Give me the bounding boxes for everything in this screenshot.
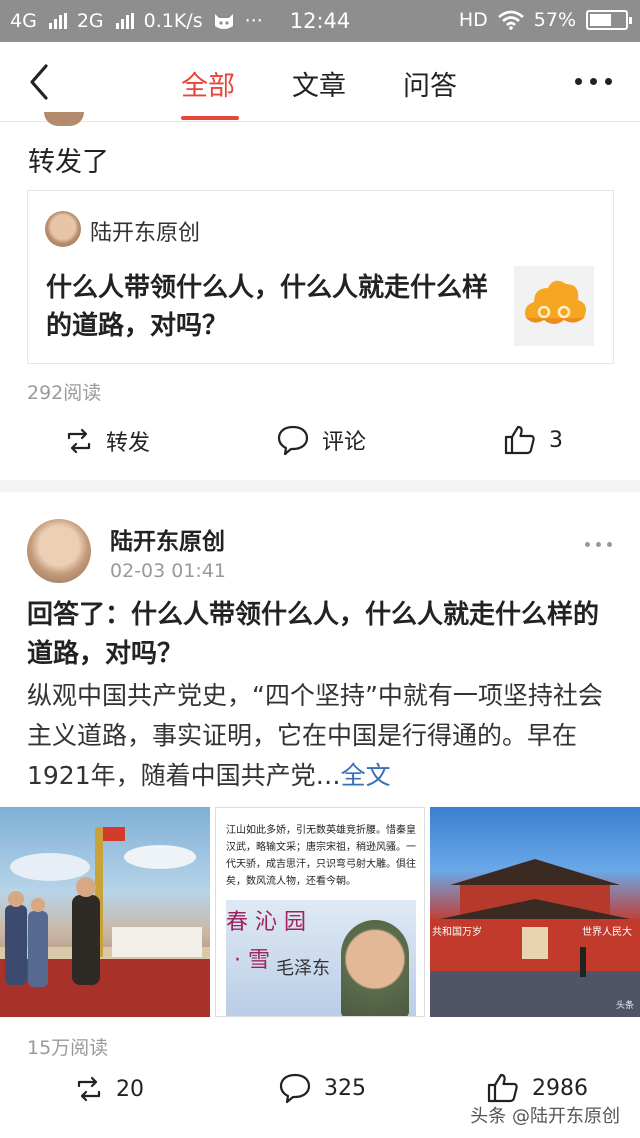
calligraphy-title: 春 沁 园 bbox=[226, 910, 306, 935]
forward-button[interactable]: 转发 bbox=[64, 425, 150, 457]
like-count: 2986 bbox=[532, 1075, 588, 1101]
active-tab-indicator bbox=[181, 116, 239, 120]
comment-button[interactable]: 325 bbox=[278, 1072, 366, 1104]
card-thumbnail bbox=[514, 266, 594, 346]
post-images: 江山如此多娇，引无数英雄竞折腰。惜秦皇汉武，略输文采；唐宗宋祖，稍逊风骚。一代天… bbox=[0, 807, 640, 1017]
portrait bbox=[341, 920, 409, 1016]
post-time: 02-03 01:41 bbox=[110, 560, 227, 582]
comment-count: 325 bbox=[324, 1075, 366, 1101]
more-menu-icon[interactable] bbox=[575, 78, 612, 85]
tab-articles[interactable]: 文章 bbox=[292, 64, 346, 103]
read-count: 292阅读 bbox=[27, 382, 102, 404]
like-button[interactable]: 2986 bbox=[486, 1072, 588, 1104]
battery-icon bbox=[586, 10, 632, 30]
post-more-icon[interactable] bbox=[585, 542, 612, 547]
comment-label: 评论 bbox=[322, 430, 367, 455]
read-count: 15万阅读 bbox=[27, 1037, 109, 1059]
card-author[interactable]: 陆开东原创 bbox=[90, 215, 200, 247]
read-full-link[interactable]: 全文 bbox=[341, 761, 391, 790]
thumbs-up-icon bbox=[504, 425, 535, 455]
banner-right: 世界人民大 bbox=[582, 927, 632, 938]
quoted-post-card[interactable]: 陆开东原创 什么人带领什么人，什么人就走什么样的道路，对吗？ bbox=[27, 190, 614, 364]
answer-body-text: 纵观中国共产党史，“四个坚持”中就有一项坚持社会主义道路，事实证明，它在中国是行… bbox=[27, 681, 603, 790]
like-count: 3 bbox=[549, 427, 563, 453]
footer-watermark: 头条 @陆开东原创 bbox=[470, 1106, 620, 1127]
nav-bar: 全部 文章 问答 bbox=[0, 42, 640, 122]
avatar[interactable] bbox=[27, 519, 91, 583]
forward-label: 转发 bbox=[106, 431, 151, 456]
status-right: HD 57% bbox=[458, 9, 632, 31]
tiananmen-illustration bbox=[430, 859, 640, 1017]
back-arrow-icon[interactable] bbox=[24, 62, 60, 102]
forward-icon bbox=[67, 428, 91, 454]
cloud-logo-icon bbox=[525, 280, 586, 324]
like-button[interactable]: 3 bbox=[503, 424, 563, 456]
poem-text: 江山如此多娇，引无数英雄竞折腰。惜秦皇汉武，略输文采；唐宗宋祖，稍逊风骚。一代天… bbox=[226, 825, 416, 887]
comment-button[interactable]: 评论 bbox=[276, 424, 366, 456]
founding-ceremony-illustration bbox=[0, 827, 210, 1017]
image-watermark: 头条 bbox=[615, 1001, 634, 1011]
answer-body[interactable]: 纵观中国共产党史，“四个坚持”中就有一项坚持社会主义道路，事实证明，它在中国是行… bbox=[27, 676, 617, 796]
comment-icon bbox=[277, 425, 309, 456]
wifi-icon bbox=[497, 10, 524, 30]
answer-title[interactable]: 回答了：什么人带领什么人，什么人就走什么样的道路，对吗？ bbox=[27, 596, 617, 674]
thumbs-up-icon bbox=[487, 1073, 518, 1103]
forward-icon bbox=[77, 1076, 101, 1102]
avatar[interactable] bbox=[44, 112, 84, 126]
post-image-3[interactable]: 共和国万岁 世界人民大 头条 bbox=[430, 807, 640, 1017]
forward-button[interactable]: 20 bbox=[74, 1074, 144, 1104]
tab-all[interactable]: 全部 bbox=[181, 64, 235, 103]
banner-left: 共和国万岁 bbox=[432, 927, 482, 938]
battery-percent: 57% bbox=[533, 9, 576, 31]
post-image-1[interactable] bbox=[0, 807, 210, 1017]
repost-text: 转发了 bbox=[28, 147, 109, 178]
forward-count: 20 bbox=[116, 1076, 144, 1102]
card-title: 什么人带领什么人，什么人就走什么样的道路，对吗？ bbox=[46, 273, 489, 341]
feed-divider bbox=[0, 480, 640, 492]
calligraphy-subtitle: · 雪 bbox=[234, 948, 270, 973]
calligraphy-author: 毛泽东 bbox=[276, 958, 330, 979]
post-author[interactable]: 陆开东原创 bbox=[110, 522, 225, 556]
post-image-2[interactable]: 江山如此多娇，引无数英雄竞折腰。惜秦皇汉武，略输文采；唐宗宋祖，稍逊风骚。一代天… bbox=[215, 807, 425, 1017]
comment-icon bbox=[279, 1073, 311, 1104]
hd-label: HD bbox=[458, 9, 488, 31]
status-bar: 4G 2G 0.1K/s ··· 12:44 HD 57% bbox=[0, 0, 640, 42]
tab-qa[interactable]: 问答 bbox=[403, 64, 457, 103]
avatar[interactable] bbox=[45, 211, 81, 247]
